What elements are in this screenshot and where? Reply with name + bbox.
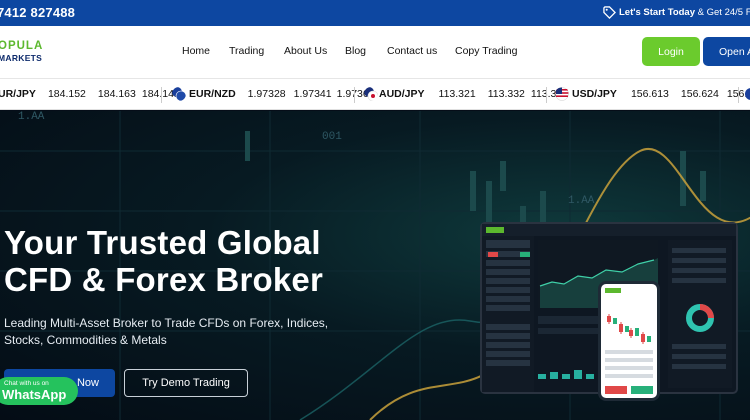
ticker-symbol: UR/JPY xyxy=(0,88,36,100)
ticker-item[interactable]: EUR/NZD 1.97328 1.97341 1.9736 xyxy=(189,88,369,100)
ticker-bid: 156.613 xyxy=(630,88,669,100)
ticker-ask: 184.163 xyxy=(97,88,136,100)
hero-section: 1.AA 001 1.AA 001 xyxy=(0,111,750,420)
whatsapp-chat-button[interactable]: Chat with us on WhatsApp xyxy=(0,377,78,405)
ticker-bid: 184.152 xyxy=(47,88,86,100)
ticker-ask: 156.624 xyxy=(680,88,719,100)
phone-number[interactable]: 7412 827488 xyxy=(0,5,75,20)
ticker-item[interactable]: AUD/JPY 113.321 113.332 113.310 xyxy=(379,88,568,100)
price-ticker: UR/JPY184.152184.163184.141 EUR/NZD1.973… xyxy=(0,78,750,110)
brand-line1: OPULA xyxy=(0,40,44,52)
ticker-symbol: USD/JPY xyxy=(572,88,617,100)
ticker-bid: 113.321 xyxy=(438,88,476,100)
ticker-ask: 113.332 xyxy=(487,88,525,100)
login-button[interactable]: Login xyxy=(642,37,700,66)
ticker-divider xyxy=(738,87,739,103)
ticker-divider xyxy=(546,87,547,103)
hero-subtitle: Leading Multi-Asset Broker to Trade CFDs… xyxy=(4,315,334,349)
bg-mark-1: 1.AA xyxy=(18,111,45,123)
try-demo-trading-button[interactable]: Try Demo Trading xyxy=(124,369,248,397)
promo-bold: Let's Start Today xyxy=(619,7,695,18)
main-navbar: OPULA MARKETS Home Trading About Us Blog… xyxy=(0,26,750,78)
promo-rest: & Get 24/5 Fr xyxy=(695,7,750,18)
brand-line2: MARKETS xyxy=(0,53,43,63)
nav-about-us[interactable]: About Us xyxy=(284,45,327,57)
hero-title-line1: Your Trusted Global xyxy=(4,224,321,261)
whatsapp-label: WhatsApp xyxy=(2,387,67,402)
usd-jpy-flag-icon xyxy=(555,87,569,101)
mobile-app-screen xyxy=(605,288,653,394)
nav-home[interactable]: Home xyxy=(182,45,210,57)
hero-title-line2: CFD & Forex Broker xyxy=(4,261,324,298)
hero-subtitle-line1: Leading Multi-Asset Broker to Trade CFDs… xyxy=(4,316,329,330)
ticker-divider xyxy=(354,87,355,103)
aud-jpy-flag-icon xyxy=(364,87,378,101)
ticker-divider xyxy=(161,87,162,103)
ticker-item[interactable]: USD/JPY156.613156.624156.60 xyxy=(572,88,750,100)
nav-trading[interactable]: Trading xyxy=(229,45,264,57)
brand-logo[interactable]: OPULA MARKETS xyxy=(0,40,58,66)
hero-title: Your Trusted Global CFD & Forex Broker xyxy=(4,224,364,298)
eur-nzd-flag-icon xyxy=(172,87,186,101)
ticker-bid: 1.97328 xyxy=(247,88,286,100)
whatsapp-small-text: Chat with us on xyxy=(4,380,49,387)
tag-icon xyxy=(603,6,616,19)
platform-phone-mockup xyxy=(598,281,660,401)
hero-subtitle-line2: Stocks, Commodities & Metals xyxy=(4,333,167,347)
ticker-symbol: EUR/NZD xyxy=(189,88,236,100)
ticker-ask: 1.97341 xyxy=(293,88,332,100)
promo-text: Let's Start Today & Get 24/5 Fr xyxy=(619,7,750,18)
open-account-button[interactable]: Open A xyxy=(703,37,750,66)
nav-blog[interactable]: Blog xyxy=(345,45,366,57)
nav-contact-us[interactable]: Contact us xyxy=(387,45,437,57)
ticker-symbol: AUD/JPY xyxy=(379,88,425,100)
ticker-item[interactable]: UR/JPY184.152184.163184.141 xyxy=(0,88,180,100)
nav-copy-trading[interactable]: Copy Trading xyxy=(455,45,517,57)
bg-mark-3: 1.AA xyxy=(568,195,595,207)
top-bar: 7412 827488 Let's Start Today & Get 24/5… xyxy=(0,0,750,26)
bg-mark-2: 001 xyxy=(322,131,342,143)
